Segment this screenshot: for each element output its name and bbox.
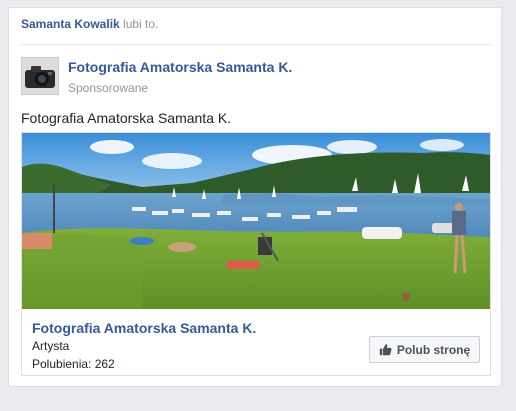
social-context: Samanta Kowalik lubi to.: [21, 17, 158, 31]
thumbs-up-icon: [379, 343, 392, 356]
post-text: Fotografia Amatorska Samanta K.: [21, 110, 232, 126]
attachment-photo[interactable]: [22, 133, 490, 309]
attachment-category: Artysta: [32, 339, 70, 353]
like-button-label: Polub stronę: [396, 342, 471, 357]
feed-story: Samanta Kowalik lubi to. Fotografia Amat…: [8, 7, 502, 387]
divider: [21, 44, 491, 45]
friend-name-link[interactable]: Samanta Kowalik: [21, 17, 120, 31]
link-attachment[interactable]: Fotografia Amatorska Samanta K. Artysta …: [21, 132, 491, 376]
lake-photo-image: [22, 133, 490, 309]
camera-avatar-image: [22, 58, 58, 94]
social-action-text: lubi to.: [123, 17, 159, 31]
attachment-title-link[interactable]: Fotografia Amatorska Samanta K.: [32, 320, 256, 336]
like-page-button[interactable]: Polub stronę: [369, 336, 480, 363]
attachment-likes-count: Polubienia: 262: [32, 357, 115, 371]
sponsored-label[interactable]: Sponsorowane: [68, 81, 148, 95]
page-avatar[interactable]: [21, 57, 59, 95]
page-name-link[interactable]: Fotografia Amatorska Samanta K.: [68, 59, 292, 75]
